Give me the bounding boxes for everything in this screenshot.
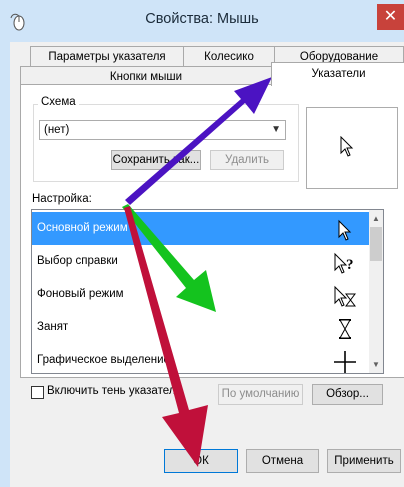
mouse-properties-window: Свойства: Мышь ✕ Параметры указателя Кол…: [0, 0, 404, 487]
window-frame: [0, 42, 10, 487]
tab-pointer-options[interactable]: Параметры указателя: [30, 46, 184, 66]
close-icon: ✕: [383, 8, 398, 25]
scrollbar-thumb[interactable]: [370, 227, 382, 261]
cancel-button[interactable]: Отмена: [246, 449, 319, 473]
customize-label: Настройка:: [32, 193, 92, 205]
scheme-label: Схема: [38, 96, 79, 108]
scheme-groupbox: [33, 104, 299, 182]
list-item[interactable]: Фоновый режим: [32, 278, 369, 311]
tab-pointers[interactable]: Указатели: [271, 62, 404, 86]
busy-hourglass-cursor-icon: [339, 319, 351, 339]
list-item-name: Фоновый режим: [37, 288, 124, 300]
apply-button[interactable]: Применить: [327, 449, 401, 473]
svg-text:?: ?: [346, 257, 354, 273]
scroll-down-icon[interactable]: ▼: [372, 360, 380, 369]
browse-button[interactable]: Обзор...: [312, 384, 383, 405]
pointer-shadow-label: Включить тень указателя: [47, 385, 182, 397]
cursor-list[interactable]: Основной режим Выбор справки ? Фоновый р…: [31, 209, 384, 374]
scroll-up-icon[interactable]: ▲: [372, 214, 380, 223]
list-item-name: Выбор справки: [37, 255, 118, 267]
use-default-button[interactable]: По умолчанию: [218, 384, 303, 405]
arrow-cursor-icon: [338, 219, 352, 241]
chevron-down-icon: ▼: [271, 124, 281, 135]
list-item[interactable]: Основной режим: [32, 212, 369, 245]
window-title: Свойства: Мышь: [145, 11, 259, 27]
close-button[interactable]: ✕: [377, 4, 404, 30]
title-bar[interactable]: Свойства: Мышь ✕: [0, 0, 404, 42]
list-item[interactable]: Занят: [32, 311, 369, 344]
list-item[interactable]: Графическое выделение: [32, 344, 369, 373]
ok-button[interactable]: ОК: [164, 449, 238, 473]
delete-button[interactable]: Удалить: [210, 150, 284, 170]
preview-arrow-cursor-icon: [340, 136, 354, 157]
list-scrollbar[interactable]: ▲ ▼: [369, 210, 383, 373]
scheme-select-value: (нет): [44, 124, 70, 136]
list-item-name: Занят: [37, 321, 69, 333]
precision-crosshair-cursor-icon: [334, 351, 356, 373]
working-in-background-cursor-icon: [334, 285, 356, 307]
list-item-name: Графическое выделение: [37, 354, 170, 366]
cursor-preview: [306, 107, 398, 189]
pointer-shadow-checkbox[interactable]: [31, 386, 44, 399]
tab-buttons[interactable]: Кнопки мыши: [20, 66, 272, 86]
list-item[interactable]: Выбор справки ?: [32, 245, 369, 278]
list-item-name: Основной режим: [37, 222, 128, 234]
scheme-select[interactable]: (нет) ▼: [39, 120, 286, 140]
tab-wheel[interactable]: Колесико: [183, 46, 275, 66]
save-as-button[interactable]: Сохранить как...: [111, 150, 201, 170]
help-cursor-icon: ?: [334, 252, 354, 274]
